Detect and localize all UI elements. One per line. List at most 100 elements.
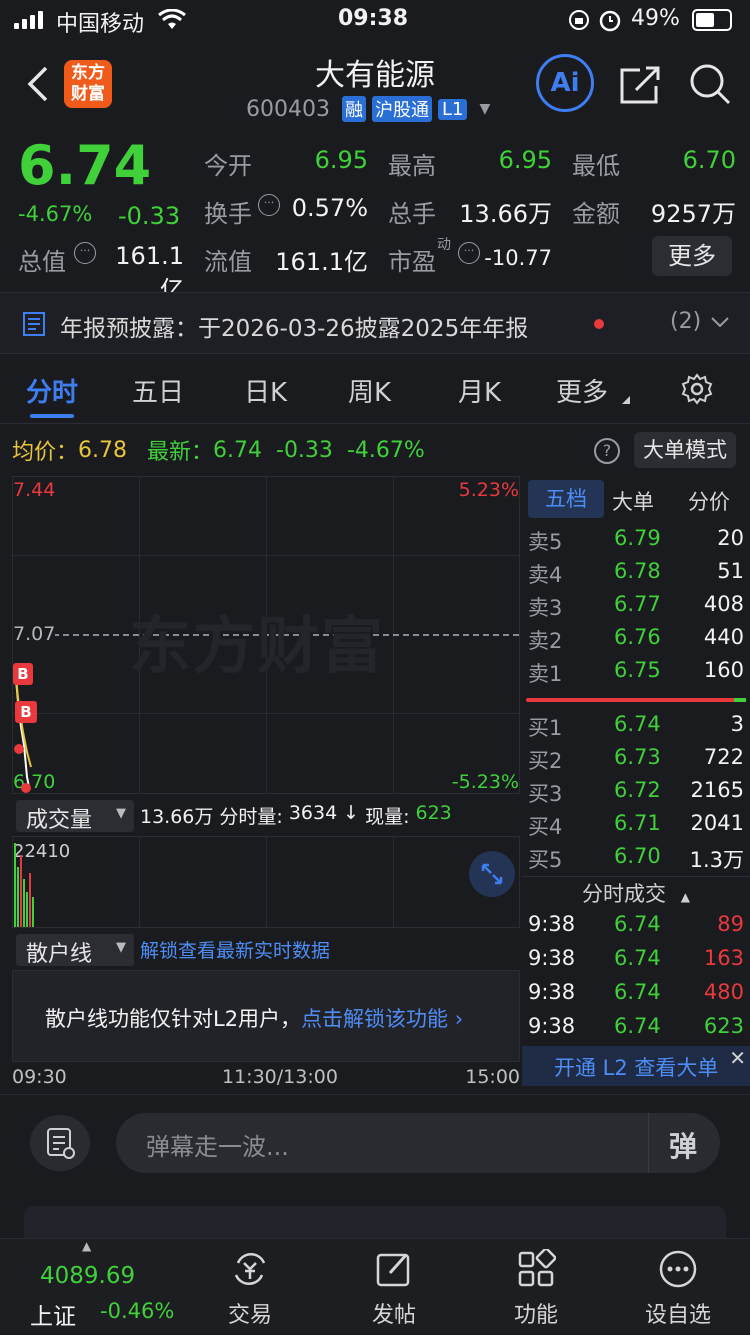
period-volume-label: 分时量: bbox=[219, 806, 283, 828]
ask-label: 卖1 bbox=[528, 662, 563, 686]
help-icon[interactable]: ? bbox=[594, 438, 620, 464]
trades-header[interactable]: 分时成交 ▲ bbox=[522, 878, 750, 908]
l2-banner[interactable]: 开通 L2 查看大单 ✕ bbox=[522, 1046, 750, 1086]
stock-code-row: 600403 融 沪股通 L1 ▼ bbox=[246, 95, 490, 123]
bid-volume: 1.3万 bbox=[689, 848, 744, 872]
nav-trade[interactable]: 交易 bbox=[200, 1239, 300, 1335]
bid-volume: 722 bbox=[703, 745, 744, 769]
value-turnover: 0.57% bbox=[291, 194, 368, 222]
caret-icon bbox=[622, 396, 630, 404]
trade-time: 9:38 bbox=[528, 980, 576, 1004]
bid-label: 买4 bbox=[528, 815, 563, 839]
bid-price: 6.72 bbox=[614, 778, 661, 802]
avg-value: 6.78 bbox=[78, 437, 127, 463]
latest-label: 最新： bbox=[147, 440, 214, 465]
report-notice[interactable]: 年报预披露：于2026-03-26披露2025年年报 (2) bbox=[0, 292, 750, 354]
ask-row: 卖4 6.78 51 bbox=[522, 557, 750, 590]
trade-time: 9:38 bbox=[528, 912, 576, 936]
retail-unlock-link[interactable]: 解锁查看最新实时数据 bbox=[140, 936, 330, 963]
avg-label: 均价： bbox=[12, 440, 79, 465]
info-icon[interactable]: ··· bbox=[458, 242, 480, 264]
chevron-down-icon: ▼ bbox=[116, 940, 126, 955]
retail-message-link[interactable]: 点击解锁该功能 bbox=[301, 1007, 448, 1031]
price-change-pct: -4.67% bbox=[18, 202, 93, 226]
ask-price: 6.75 bbox=[614, 658, 661, 682]
trade-row: 9:38 6.74 480 bbox=[522, 978, 750, 1011]
volume-selector-label: 成交量 bbox=[26, 808, 93, 833]
volume-selector[interactable]: 成交量 ▼ bbox=[16, 800, 134, 833]
close-icon[interactable]: ✕ bbox=[729, 1046, 746, 1070]
orderbook-tab-big[interactable]: 大单 bbox=[612, 486, 654, 516]
gridline bbox=[13, 713, 519, 714]
orderbook-tab-price[interactable]: 分价 bbox=[688, 486, 730, 516]
label-amount: 金额 bbox=[572, 200, 620, 228]
trade-price: 6.74 bbox=[614, 912, 661, 936]
yuan-cycle-icon bbox=[234, 1253, 266, 1285]
ask-row: 卖5 6.79 20 bbox=[522, 524, 750, 557]
tab-monthly-k[interactable]: 月K bbox=[458, 372, 501, 409]
chart-tabs: 分时 五日 日K 周K 月K 更多 bbox=[0, 358, 750, 424]
price-change: -0.33 bbox=[118, 202, 181, 230]
nav-features[interactable]: 功能 bbox=[486, 1239, 586, 1335]
tab-daily-k[interactable]: 日K bbox=[244, 372, 287, 409]
grid-icon bbox=[518, 1249, 556, 1287]
latest-change: -0.33 bbox=[276, 437, 333, 463]
expand-icon[interactable] bbox=[469, 851, 515, 897]
tab-weekly-k[interactable]: 周K bbox=[348, 372, 391, 409]
unread-dot bbox=[594, 319, 604, 329]
nav-post[interactable]: 发帖 bbox=[344, 1239, 444, 1335]
intraday-chart[interactable]: 东方财富 7.44 7.07 6.70 5.23% -5.23% B B bbox=[12, 476, 520, 794]
trade-volume: 480 bbox=[703, 980, 744, 1004]
value-float-cap: 161.1亿 bbox=[275, 248, 368, 276]
ask-volume: 20 bbox=[717, 526, 744, 550]
index-name: 上证 bbox=[30, 1304, 76, 1330]
bid-label: 买5 bbox=[528, 848, 563, 872]
comment-input[interactable]: 弹幕走一波... 弹 bbox=[116, 1113, 720, 1173]
ask-price: 6.77 bbox=[614, 592, 661, 616]
trade-row: 9:38 6.74 89 bbox=[522, 910, 750, 943]
trade-volume: 623 bbox=[703, 1014, 744, 1038]
trade-price: 6.74 bbox=[614, 1014, 661, 1038]
more-button[interactable]: 更多 bbox=[652, 236, 732, 276]
ask-label: 卖2 bbox=[528, 629, 563, 653]
index-ticker[interactable]: ▲ 4089.69 上证 -0.46% bbox=[0, 1239, 180, 1335]
orderbook-tab-five[interactable]: 五档 bbox=[528, 480, 604, 518]
danmaku-send-button[interactable]: 弹 bbox=[648, 1113, 720, 1173]
notice-text: 年报预披露：于2026-03-26披露2025年年报 bbox=[60, 316, 529, 342]
bid-row: 买3 6.72 2165 bbox=[522, 776, 750, 809]
comment-bar: 弹幕走一波... 弹 bbox=[0, 1094, 750, 1190]
more-icon bbox=[659, 1250, 697, 1288]
trade-price: 6.74 bbox=[614, 946, 661, 970]
period-volume-value: 3634 bbox=[288, 802, 338, 824]
tab-more[interactable]: 更多 bbox=[556, 372, 608, 409]
gear-icon[interactable] bbox=[680, 372, 714, 406]
bid-label: 买2 bbox=[528, 749, 563, 773]
ask-volume: 160 bbox=[703, 658, 744, 682]
ai-icon[interactable]: Ai bbox=[536, 54, 594, 112]
retail-selector[interactable]: 散户线 ▼ bbox=[16, 934, 134, 967]
ask-row: 卖1 6.75 160 bbox=[522, 656, 750, 689]
big-order-mode-button[interactable]: 大单模式 bbox=[634, 432, 736, 468]
chevron-down-icon[interactable]: ▼ bbox=[479, 101, 490, 117]
label-pe: 市盈 bbox=[388, 248, 436, 276]
nav-post-label: 发帖 bbox=[371, 1303, 416, 1328]
comment-placeholder: 弹幕走一波... bbox=[146, 1133, 289, 1161]
order-book: 五档 大单 分价 卖5 6.79 20 卖4 6.78 51 卖3 6.77 408 卖2 6… bbox=[522, 476, 750, 1090]
tab-five-day[interactable]: 五日 bbox=[132, 372, 184, 409]
time-mid: 11:30/13:00 bbox=[222, 1066, 338, 1088]
tab-intraday[interactable]: 分时 bbox=[26, 372, 78, 409]
l2-banner-text: 开通 L2 查看大单 bbox=[554, 1056, 719, 1080]
info-icon[interactable]: ··· bbox=[74, 242, 96, 264]
search-icon[interactable] bbox=[688, 62, 732, 106]
level-badge: L1 bbox=[437, 98, 468, 120]
bottom-nav: ▲ 4089.69 上证 -0.46% 交易 发帖 功能 设自选 bbox=[0, 1238, 750, 1334]
retail-panel: 散户线功能仅针对L2用户，点击解锁该功能 › bbox=[12, 970, 520, 1062]
nav-watchlist[interactable]: 设自选 bbox=[628, 1239, 728, 1335]
chevron-down-icon[interactable] bbox=[710, 315, 730, 329]
share-icon[interactable] bbox=[618, 64, 662, 106]
danmaku-settings-icon[interactable] bbox=[30, 1115, 90, 1171]
price-line bbox=[14, 666, 32, 793]
info-icon[interactable]: ··· bbox=[258, 194, 280, 216]
nav-watchlist-label: 设自选 bbox=[644, 1303, 711, 1328]
current-price: 6.74 bbox=[18, 134, 152, 197]
